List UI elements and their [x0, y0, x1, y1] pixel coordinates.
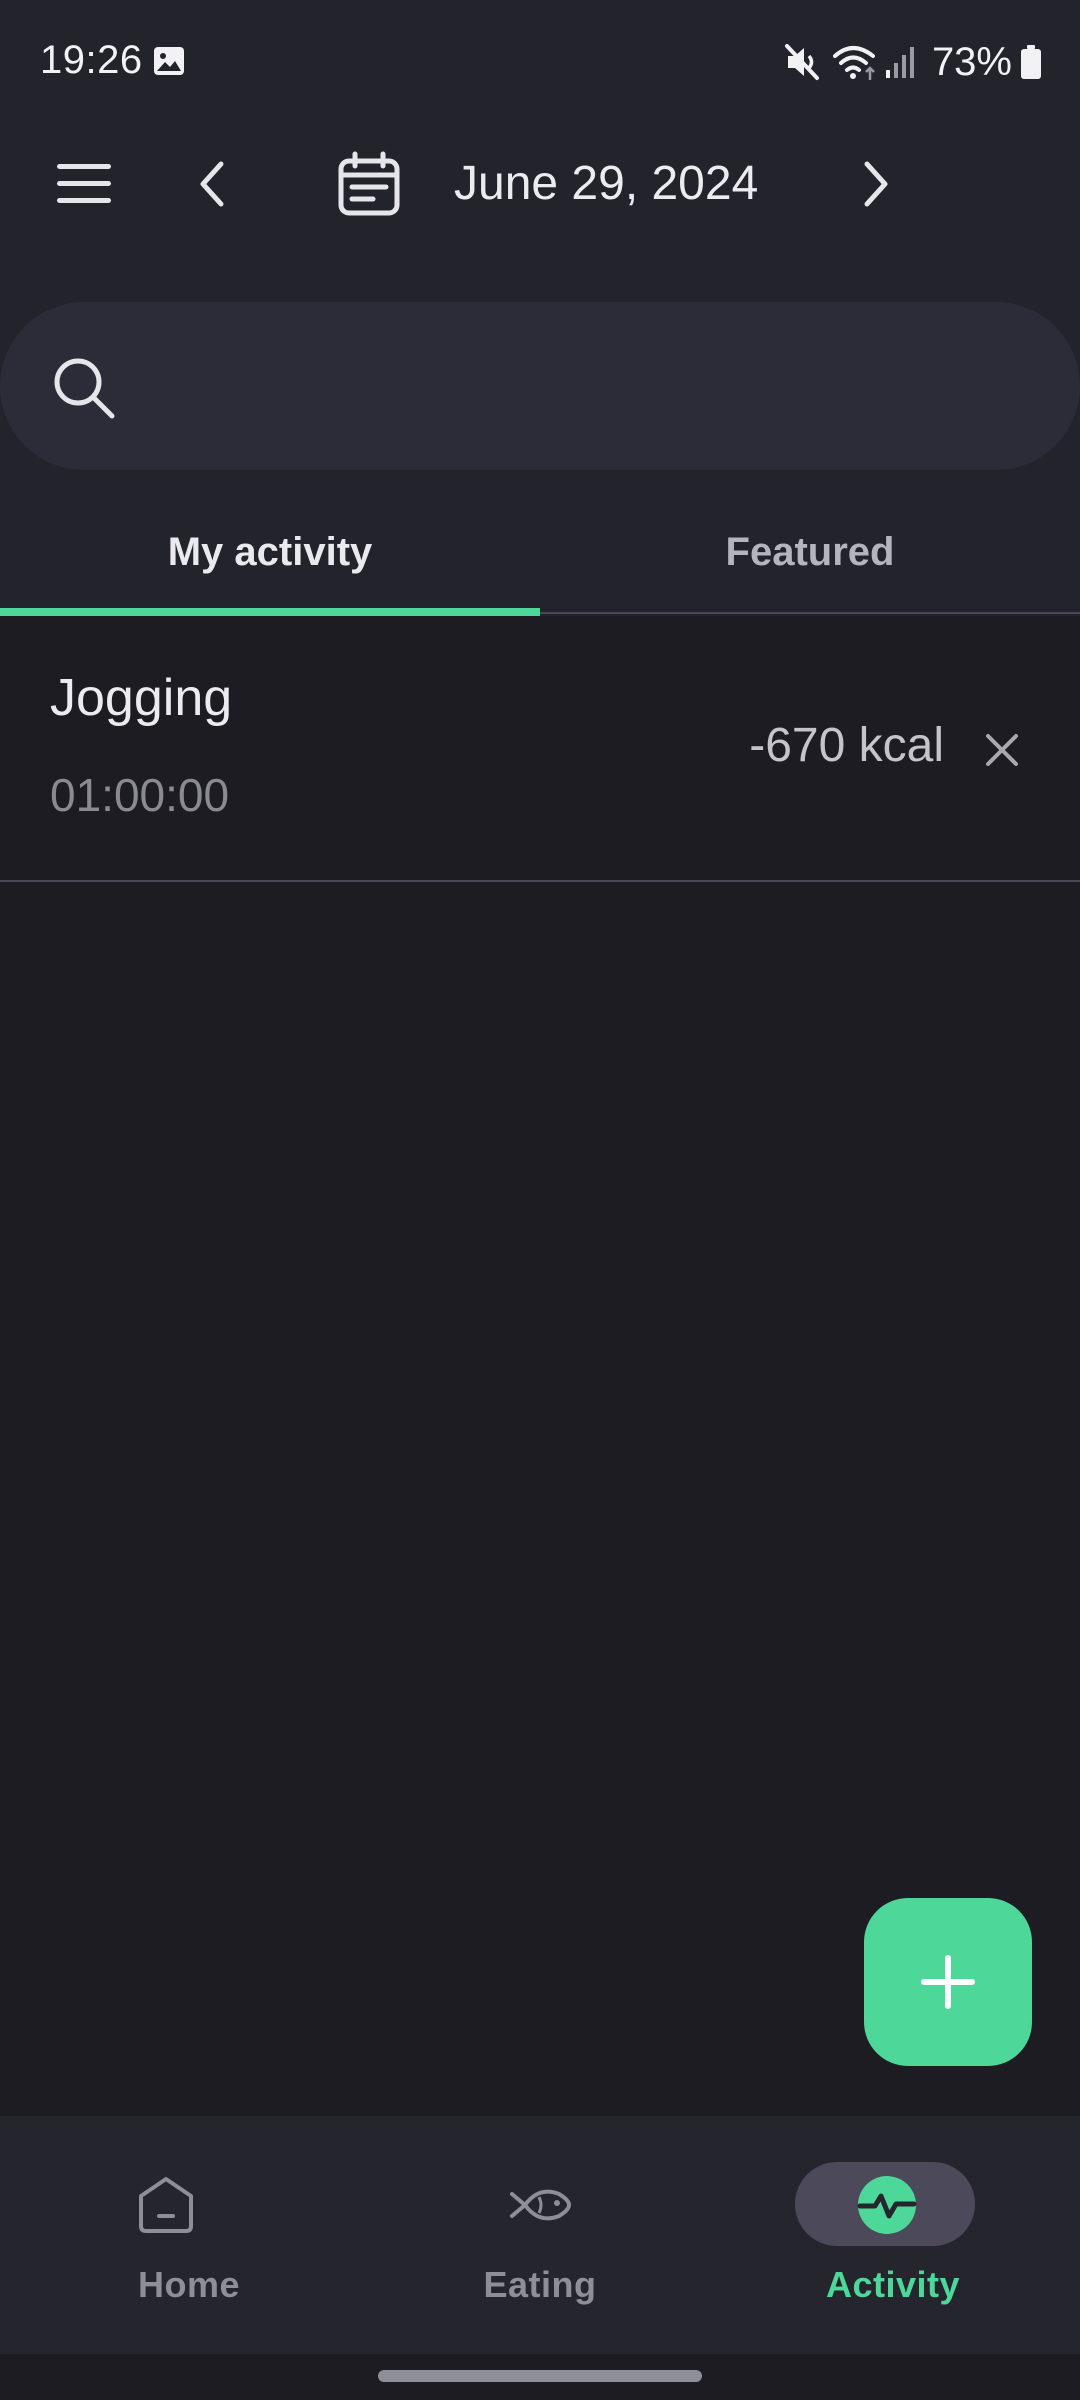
- row-divider: [0, 880, 1080, 882]
- fish-icon: [510, 2189, 571, 2221]
- nav-activity[interactable]: Activity: [713, 2116, 1073, 2354]
- nav-label-home: Home: [137, 2264, 241, 2305]
- battery-icon: [1021, 45, 1041, 79]
- calendar-button[interactable]: [330, 146, 408, 222]
- mute-icon: [784, 44, 819, 80]
- add-activity-button[interactable]: [864, 1898, 1032, 2066]
- nav-home[interactable]: Home: [9, 2116, 369, 2354]
- search-bar[interactable]: [0, 302, 1080, 470]
- gesture-bar[interactable]: [378, 2370, 702, 2382]
- activity-name: Jogging: [50, 669, 233, 727]
- status-icons: 73%: [784, 36, 1042, 88]
- close-icon[interactable]: [976, 724, 1028, 776]
- activity-pulse-icon: [857, 2176, 917, 2234]
- calendar-icon: [338, 151, 400, 216]
- menu-button[interactable]: [44, 152, 124, 216]
- activity-duration: 01:00:00: [50, 769, 230, 821]
- next-day-button[interactable]: [844, 148, 908, 220]
- status-time: 19:26: [40, 38, 143, 82]
- tab-featured[interactable]: Featured: [540, 490, 1080, 614]
- active-tab-indicator: [0, 608, 540, 616]
- list-item[interactable]: Jogging 01:00:00 -670 kcal: [0, 616, 1080, 882]
- status-bar: 19:26 73%: [0, 0, 1080, 124]
- search-icon: [54, 358, 115, 419]
- tab-bar: My activity Featured: [0, 490, 1080, 616]
- tab-my-activity[interactable]: My activity: [0, 490, 540, 614]
- nav-eating[interactable]: Eating: [360, 2116, 720, 2354]
- nav-label-eating: Eating: [483, 2264, 597, 2305]
- home-icon: [139, 2177, 193, 2233]
- bottom-navigation: Home Eating Activity: [0, 2116, 1080, 2354]
- previous-day-button[interactable]: [180, 148, 244, 220]
- signal-icon: [885, 47, 914, 78]
- nav-label-activity: Activity: [825, 2264, 961, 2305]
- menu-icon: [57, 164, 111, 203]
- selected-date[interactable]: June 29, 2024: [454, 154, 758, 214]
- chevron-left-icon: [200, 161, 224, 207]
- gallery-icon: [154, 47, 184, 75]
- battery-percent: 73%: [931, 39, 1012, 84]
- chevron-right-icon: [864, 161, 888, 207]
- app-bar: June 29, 2024: [0, 124, 1080, 244]
- activity-calories: -670 kcal: [749, 719, 944, 772]
- wifi-icon: [832, 46, 875, 80]
- search-input[interactable]: [150, 342, 1034, 432]
- plus-icon: [921, 1955, 975, 2009]
